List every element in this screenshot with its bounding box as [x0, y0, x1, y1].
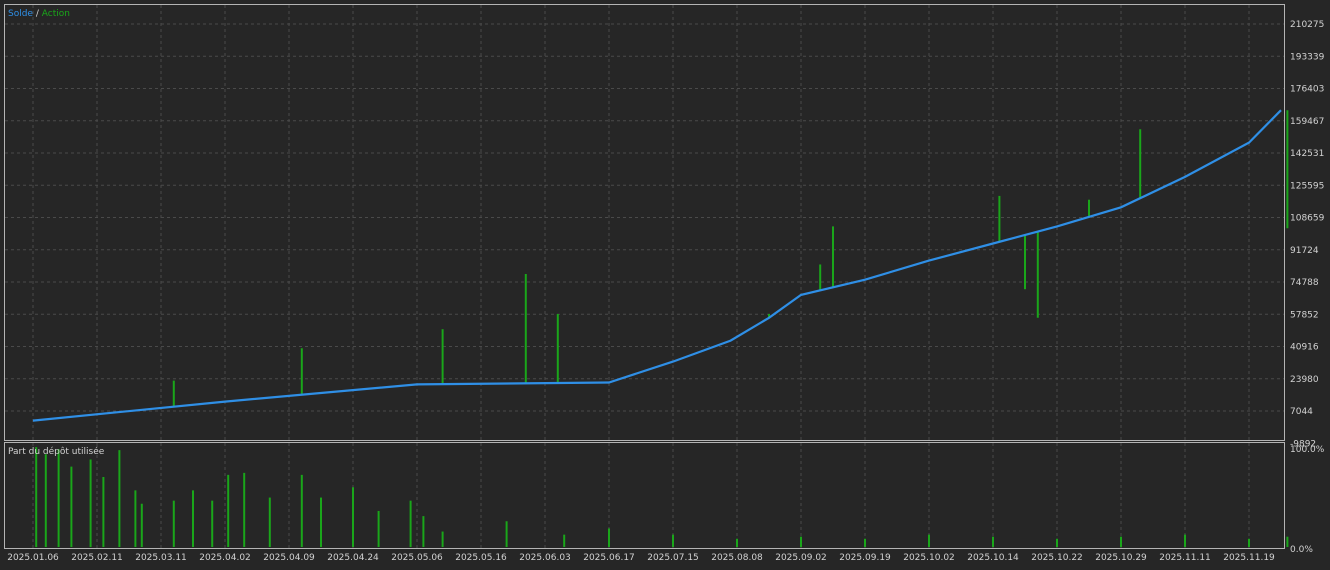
x-tick-label: 2025.08.08 — [711, 553, 763, 563]
y-tick-label: 125595 — [1290, 181, 1324, 191]
x-tick-label: 2025.06.03 — [519, 553, 571, 563]
balance-equity-chart: 210275 193339 176403 159467 142531 125595 1086… — [0, 0, 1330, 566]
x-tick-label: 2025.04.02 — [199, 553, 251, 563]
x-tick-label: 2025.10.14 — [967, 553, 1019, 563]
lower-y-tick-label: 0.0% — [1290, 545, 1313, 555]
x-tick-label: 2025.03.11 — [135, 553, 187, 563]
y-tick-label: 91724 — [1290, 246, 1319, 256]
x-tick-label: 2025.06.17 — [583, 553, 635, 563]
x-tick-label: 2025.05.16 — [455, 553, 507, 563]
x-tick-label: 2025.04.09 — [263, 553, 315, 563]
strategy-tester-graph: 210275 193339 176403 159467 142531 125595 1086… — [0, 0, 1330, 566]
x-tick-label: 2025.11.19 — [1223, 553, 1275, 563]
x-tick-label: 2025.05.06 — [391, 553, 443, 563]
chart-background — [0, 0, 1330, 566]
y-tick-label: 210275 — [1290, 20, 1324, 30]
x-tick-label: 2025.10.22 — [1031, 553, 1083, 563]
y-tick-label: 7044 — [1290, 407, 1313, 417]
x-tick-label: 2025.07.15 — [647, 553, 699, 563]
lower-chart-title: Part du dépôt utilisée — [8, 446, 105, 457]
y-tick-label: 142531 — [1290, 149, 1324, 159]
x-tick-label: 2025.01.06 — [7, 553, 59, 563]
legend-balance: Solde — [8, 9, 33, 19]
legend-equity: Action — [42, 9, 70, 19]
x-tick-label: 2025.04.24 — [327, 553, 379, 563]
y-tick-label: 74788 — [1290, 278, 1319, 288]
legend-separator: / — [33, 9, 42, 19]
y-tick-label: 176403 — [1290, 85, 1324, 95]
y-tick-label: 57852 — [1290, 310, 1319, 320]
chart-legend: Solde / Action — [8, 9, 70, 19]
x-tick-label: 2025.10.29 — [1095, 553, 1147, 563]
x-tick-label: 2025.09.19 — [839, 553, 891, 563]
y-tick-label: 193339 — [1290, 52, 1325, 62]
x-tick-label: 2025.09.02 — [775, 553, 827, 563]
y-tick-label: 23980 — [1290, 375, 1319, 385]
y-tick-label: 40916 — [1290, 343, 1319, 353]
x-tick-label: 2025.11.11 — [1159, 553, 1211, 563]
y-tick-label: 108659 — [1290, 214, 1325, 224]
lower-y-tick-label: 100.0% — [1290, 445, 1325, 455]
y-tick-label: 159467 — [1290, 117, 1324, 127]
x-tick-label: 2025.10.02 — [903, 553, 955, 563]
x-tick-label: 2025.02.11 — [71, 553, 123, 563]
